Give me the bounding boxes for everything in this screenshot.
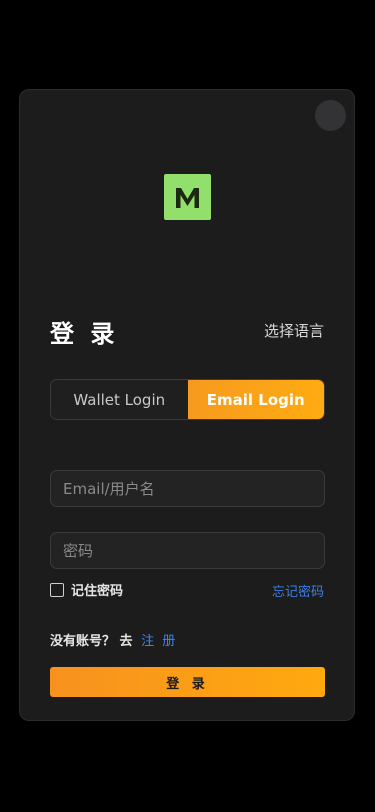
no-account-text: 没有账号？ 去 bbox=[50, 634, 133, 649]
forgot-password-link[interactable]: 忘记密码 bbox=[272, 581, 324, 600]
login-method-tabs: Wallet Login Email Login bbox=[50, 379, 325, 420]
register-link[interactable]: 注 册 bbox=[141, 634, 177, 649]
remember-checkbox[interactable] bbox=[50, 582, 64, 597]
tab-wallet-login[interactable]: Wallet Login bbox=[51, 380, 188, 419]
login-button[interactable]: 登 录 bbox=[50, 667, 325, 697]
m-logo-icon bbox=[176, 188, 199, 208]
tab-email-login[interactable]: Email Login bbox=[187, 380, 324, 419]
language-selector[interactable]: 选择语言 bbox=[264, 320, 324, 341]
brand-logo bbox=[164, 174, 211, 220]
register-prompt: 没有账号？ 去 注 册 bbox=[50, 630, 177, 649]
password-field[interactable] bbox=[50, 532, 325, 569]
close-icon[interactable] bbox=[315, 100, 346, 131]
remember-password-toggle[interactable]: 记住密码 bbox=[50, 580, 123, 599]
page: 登 录 选择语言 Wallet Login Email Login 记住密码 忘… bbox=[0, 0, 375, 812]
login-card: 登 录 选择语言 Wallet Login Email Login 记住密码 忘… bbox=[19, 89, 355, 721]
remember-label: 记住密码 bbox=[71, 584, 124, 599]
email-field[interactable] bbox=[50, 470, 325, 507]
page-title: 登 录 bbox=[50, 320, 119, 348]
